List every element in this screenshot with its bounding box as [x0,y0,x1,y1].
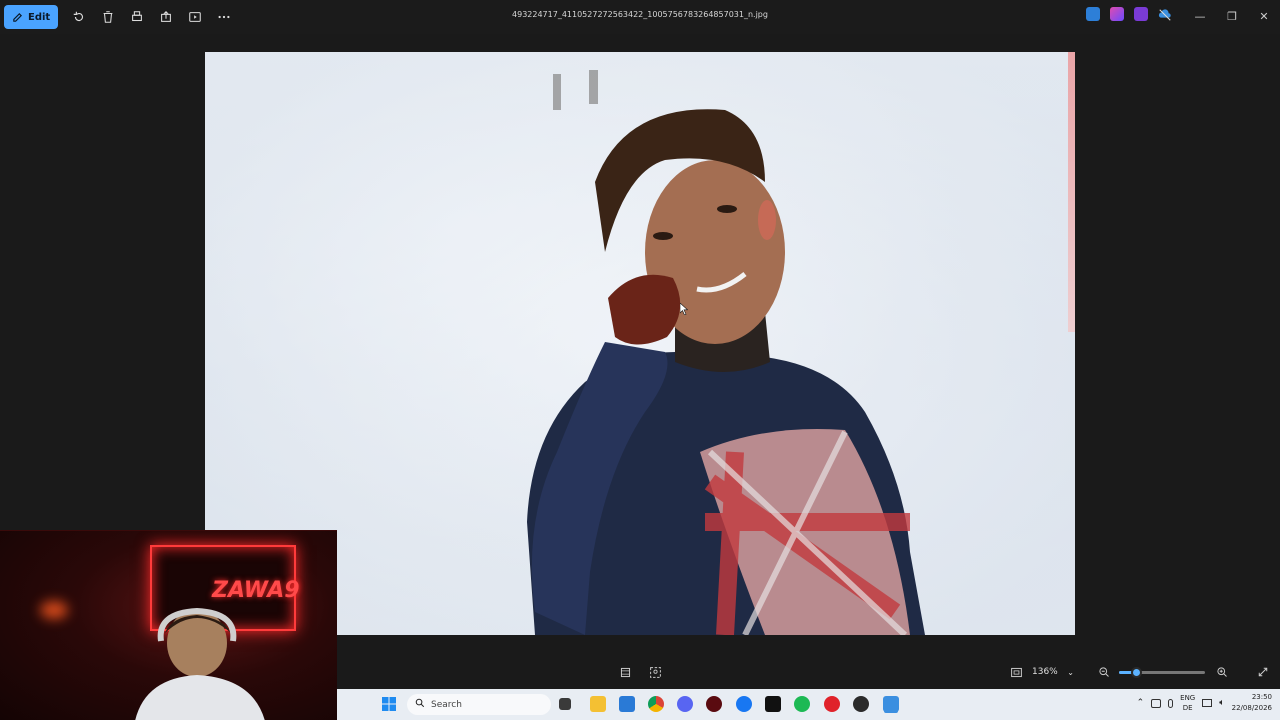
edit-button[interactable]: Edit [4,5,59,29]
clock[interactable]: 23:50 22/08/2026 [1232,692,1272,714]
clock-date: 22/08/2026 [1231,704,1272,712]
zoom-slider[interactable] [1119,667,1205,678]
zoom-level-value: 136% [1032,667,1058,677]
neon-sign-text: ZAWA9 [212,578,300,603]
restore-icon[interactable]: ❐ [1216,0,1248,32]
minimize-icon[interactable]: — [1184,0,1216,32]
webcam-overlay: ZAWA9 [0,530,337,720]
people-tag-icon[interactable] [646,663,664,681]
photos-taskbar-icon[interactable] [883,696,899,712]
zoom-slider-thumb[interactable] [1131,667,1143,678]
region-code: DE [1182,704,1193,712]
chevron-up-icon[interactable]: ⌃ [1137,698,1145,708]
film-strip-icon[interactable] [616,663,634,681]
red-edge [1068,52,1075,332]
edit-button-label: Edit [28,11,51,23]
mouse-cursor-icon [680,303,688,315]
unreal-engine-icon[interactable] [765,696,781,712]
windows-taskbar: Search ⌃ ENG DE 🔈︎ 23:50 22/08/2026 [337,689,1280,720]
delete-icon[interactable] [93,5,122,29]
slideshow-icon[interactable] [180,5,209,29]
designer-app-icon[interactable] [1110,7,1124,21]
photos-app-window: Edit 493224717_4110527272563422_10057567… [0,0,1280,720]
fullscreen-icon[interactable] [1254,663,1272,681]
windows-start-icon[interactable] [381,696,397,712]
chevron-down-icon: ⌄ [1067,667,1074,677]
task-view-icon[interactable] [559,698,571,710]
edit-pencil-icon [13,12,23,22]
fit-to-window-icon[interactable] [1007,663,1025,681]
tray-app-icon[interactable] [1151,698,1162,708]
chrome-icon[interactable] [648,696,664,712]
discord-icon[interactable] [677,696,693,712]
lamp-light [40,601,68,619]
command-bar: Edit 493224717_4110527272563422_10057567… [0,0,1280,34]
app-shortcuts [1086,7,1172,21]
bottom-toolbar: 136% ⌄ [337,655,1280,689]
microsoft-store-icon[interactable] [619,696,635,712]
network-icon[interactable] [1202,699,1213,707]
search-placeholder: Search [431,699,462,710]
print-icon[interactable] [122,5,151,29]
taskbar-search[interactable]: Search [407,694,551,715]
search-icon [415,698,425,711]
spotify-icon[interactable] [794,696,810,712]
share-icon[interactable] [151,5,180,29]
system-tray: ⌃ ENG DE 🔈︎ 23:50 22/08/2026 [1137,692,1272,714]
clipchamp-app-icon[interactable] [1134,7,1148,21]
zoom-level-dropdown[interactable]: 136% ⌄ [1027,662,1079,682]
facebook-icon[interactable] [736,696,752,712]
more-options-icon[interactable] [209,5,238,29]
onedrive-offline-icon[interactable] [1158,7,1172,21]
media-app-icon[interactable] [824,696,840,712]
obs-icon[interactable] [853,696,869,712]
streamer [135,607,265,720]
volume-icon[interactable]: 🔈︎ [1219,698,1224,708]
window-controls: — ❐ ✕ [1184,0,1280,32]
zoom-in-icon[interactable] [1213,663,1231,681]
zoom-out-icon[interactable] [1095,663,1113,681]
microphone-icon[interactable] [1168,698,1174,708]
language-indicator[interactable]: ENG DE [1180,693,1195,713]
clock-time: 23:50 [1251,693,1272,701]
photos-app-icon[interactable] [1086,7,1100,21]
language-code: ENG [1180,694,1196,702]
red-app-icon[interactable] [706,696,722,712]
rotate-icon[interactable] [64,5,93,29]
file-explorer-icon[interactable] [590,696,606,712]
close-icon[interactable]: ✕ [1248,0,1280,32]
